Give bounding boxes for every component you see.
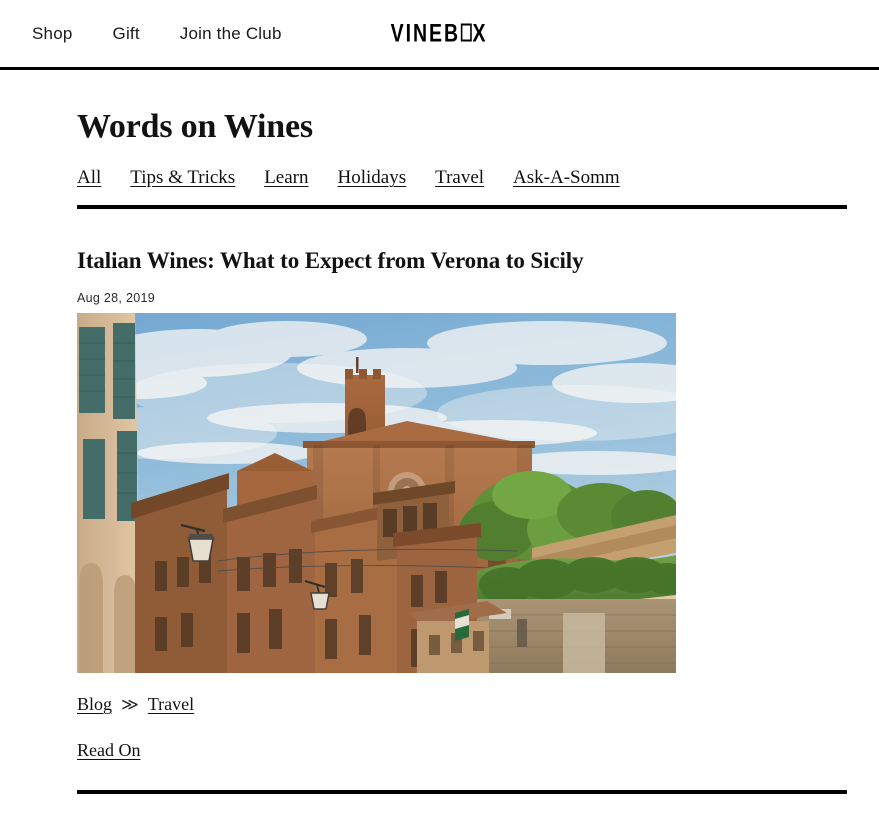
blog-page: Words on Wines All Tips & Tricks Learn H…: [0, 70, 879, 794]
post-featured-image[interactable]: [77, 312, 676, 673]
category-filter-all[interactable]: All: [77, 168, 101, 187]
nav-item-gift[interactable]: Gift: [113, 25, 140, 42]
category-filter-ask-a-somm[interactable]: Ask-A-Somm: [513, 168, 620, 187]
primary-navigation: Shop Gift Join the Club: [0, 25, 282, 42]
nav-item-shop[interactable]: Shop: [32, 25, 73, 42]
post-breadcrumb: Blog ≫ Travel: [77, 694, 847, 715]
breadcrumb-category-travel[interactable]: Travel: [148, 694, 194, 715]
italian-street-photo: [77, 312, 676, 673]
brand-logo-text: VINEB X: [391, 19, 488, 48]
brand-logo-part2: X: [472, 19, 488, 47]
post-title[interactable]: Italian Wines: What to Expect from Veron…: [77, 247, 847, 275]
breadcrumb-separator-icon: ≫: [121, 694, 139, 714]
divider-bottom: [77, 789, 847, 794]
nav-item-join-the-club[interactable]: Join the Club: [180, 25, 282, 42]
breadcrumb-blog[interactable]: Blog: [77, 694, 112, 715]
page-title: Words on Wines: [77, 108, 313, 145]
brand-logo-part1: VINEB: [391, 19, 461, 47]
category-filter-travel[interactable]: Travel: [435, 168, 484, 187]
category-filter-holidays[interactable]: Holidays: [338, 168, 407, 187]
site-header: Shop Gift Join the Club VINEB X: [0, 0, 879, 70]
category-filter-nav: All Tips & Tricks Learn Holidays Travel …: [77, 168, 847, 187]
read-on-link[interactable]: Read On: [77, 740, 140, 761]
content-column: Words on Wines All Tips & Tricks Learn H…: [77, 70, 847, 794]
blog-post-card: Italian Wines: What to Expect from Veron…: [77, 209, 847, 794]
post-date: Aug 28, 2019: [77, 290, 155, 305]
box-o-icon: [461, 23, 473, 42]
category-filter-learn[interactable]: Learn: [264, 168, 308, 187]
category-filter-tips-tricks[interactable]: Tips & Tricks: [130, 168, 235, 187]
